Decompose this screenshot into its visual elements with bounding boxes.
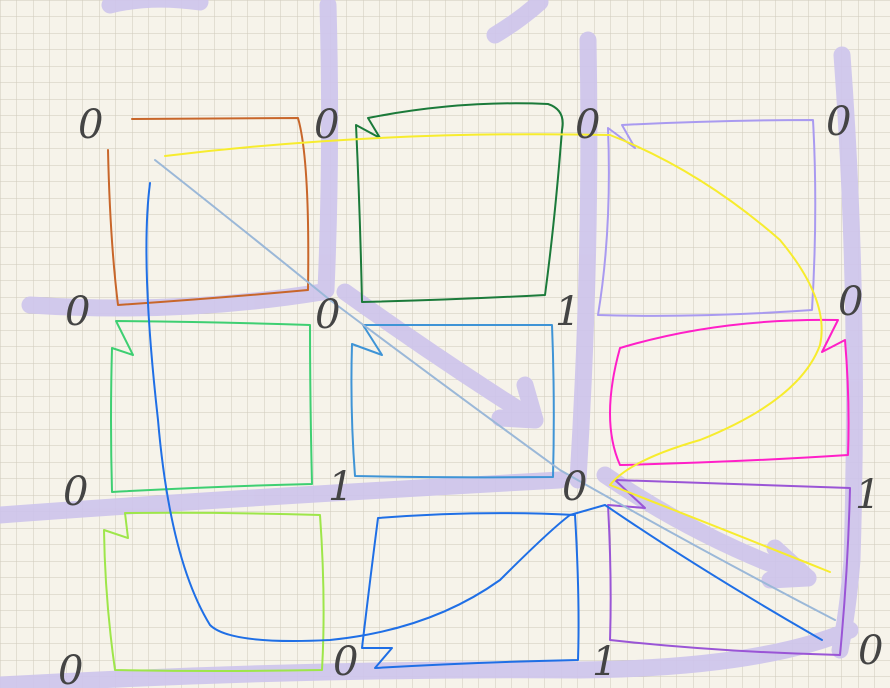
label-r3c3: 0 (858, 628, 883, 674)
label-r1c0: 0 (65, 289, 90, 335)
label-r3c1: 0 (333, 639, 358, 685)
label-r2c1: 1 (328, 464, 353, 510)
label-r1c2: 1 (555, 289, 580, 335)
label-r3c0: 0 (58, 648, 83, 688)
hand-drawn-karnaugh-diagram: 0 0 0 0 0 0 1 0 0 1 0 1 0 0 1 0 (0, 0, 890, 688)
label-r1c1: 0 (315, 292, 340, 338)
label-r0c3: 0 (826, 99, 851, 145)
label-r2c3: 1 (855, 472, 880, 518)
graph-paper-grid (0, 0, 890, 688)
highlight-stroke-top-left (101, 0, 209, 14)
label-r0c0: 0 (78, 102, 103, 148)
diagram-canvas: 0 0 0 0 0 0 1 0 0 1 0 1 0 0 1 0 (0, 0, 890, 688)
label-r1c3: 0 (838, 279, 863, 325)
label-r2c0: 0 (63, 469, 88, 515)
label-r3c2: 1 (592, 639, 617, 685)
label-r2c2: 0 (562, 464, 587, 510)
label-r0c2: 0 (575, 102, 600, 148)
label-r0c1: 0 (314, 102, 339, 148)
